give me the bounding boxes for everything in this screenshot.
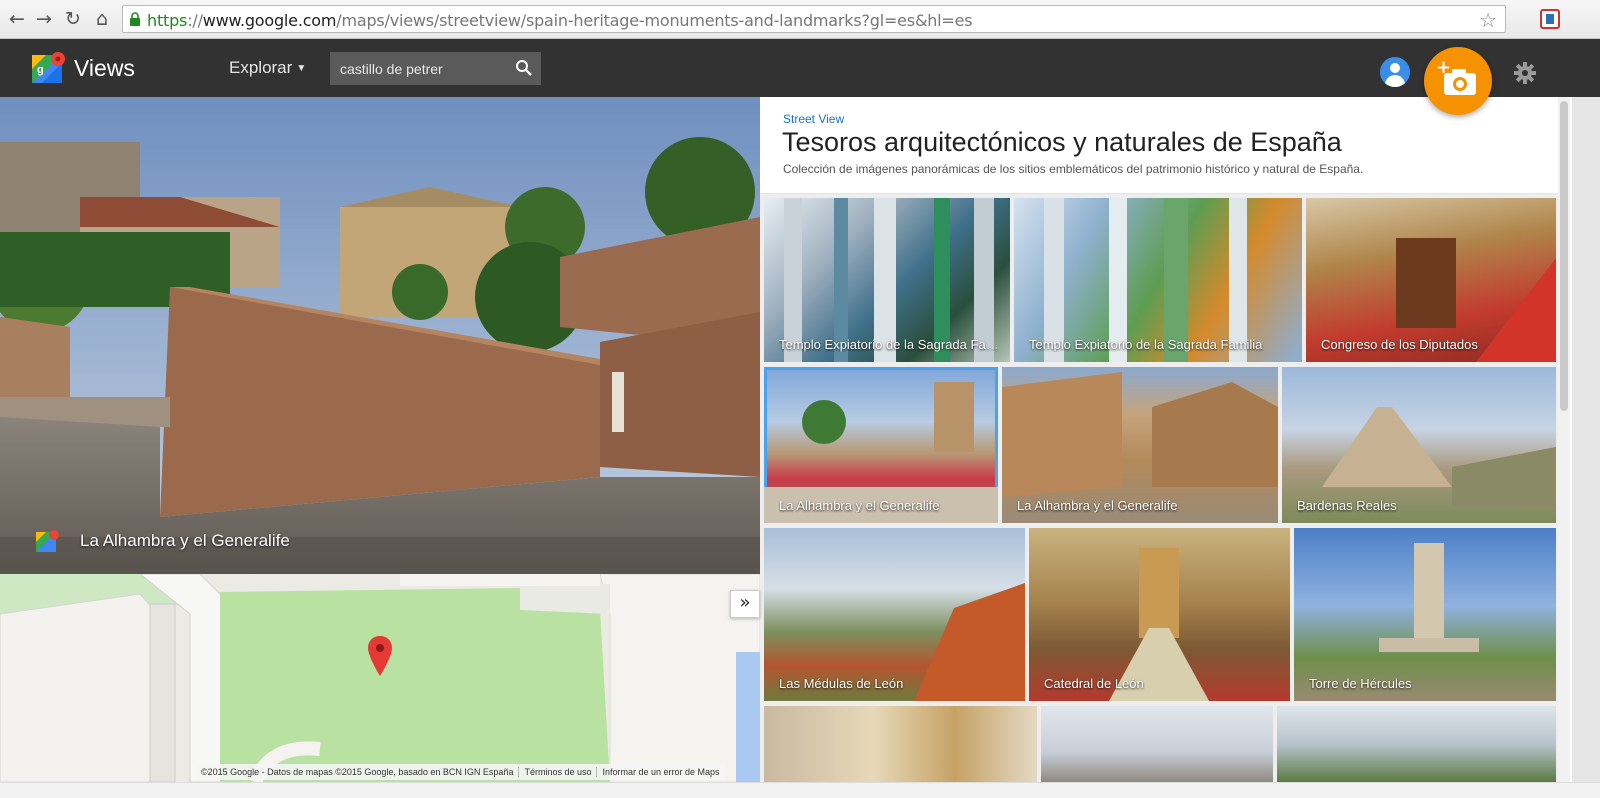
star-icon[interactable]: ☆ [1479, 8, 1497, 32]
tile-bardenas-reales[interactable]: Bardenas Reales [1282, 367, 1556, 523]
map-view[interactable] [0, 574, 760, 782]
tile-torre-hercules[interactable]: Torre de Hércules [1294, 528, 1556, 701]
app-header: g Views Explorar ▼ [0, 39, 1600, 97]
tile-caption: Congreso de los Diputados [1321, 337, 1478, 352]
tile-alhambra-1[interactable]: La Alhambra y el Generalife [764, 367, 998, 523]
tile-caption: Templo Expiatorio de la Sagrada Familia [779, 337, 1000, 352]
panorama-image [0, 97, 760, 574]
back-icon[interactable]: ← [6, 8, 28, 30]
explore-menu[interactable]: Explorar ▼ [229, 58, 306, 78]
window-bottom-edge [0, 782, 1600, 798]
map-terms-link[interactable]: Términos de uso [519, 767, 598, 777]
maps-logo-icon[interactable]: g [32, 51, 66, 85]
tile-sagrada-familia-2[interactable]: Templo Expiatorio de la Sagrada Familia [1014, 198, 1302, 362]
extension-icon[interactable] [1540, 9, 1560, 29]
map-canvas [0, 574, 760, 782]
home-icon[interactable]: ⌂ [91, 8, 113, 30]
user-head [1390, 63, 1400, 73]
tile-sagrada-familia-1[interactable]: Templo Expiatorio de la Sagrada Familia [764, 198, 1010, 362]
panorama-location-label: La Alhambra y el Generalife [80, 531, 290, 550]
add-photo-icon: + [1436, 57, 1476, 95]
tile-caption: La Alhambra y el Generalife [1017, 498, 1178, 513]
map-copyright: ©2015 Google - Datos de mapas ©2015 Goog… [196, 767, 520, 777]
map-report-link[interactable]: Informar de un error de Maps [597, 767, 724, 777]
search-input[interactable] [330, 52, 510, 85]
tile-caption: Las Médulas de León [779, 676, 904, 691]
collapse-icon[interactable]: » [730, 590, 760, 618]
add-photo-button[interactable]: + [1424, 47, 1492, 115]
scrollbar-thumb[interactable] [1560, 101, 1568, 411]
search-box[interactable] [330, 52, 541, 85]
address-bar[interactable]: https://www.google.com/maps/views/street… [122, 5, 1506, 33]
url-text: https://www.google.com/maps/views/street… [147, 11, 973, 30]
streetview-panorama[interactable]: La Alhambra y el Generalife [0, 97, 760, 574]
tile-caption: Catedral de León [1044, 676, 1144, 691]
explore-label: Explorar [229, 58, 293, 77]
map-pin-icon[interactable] [368, 636, 392, 676]
tile-caption: Torre de Hércules [1309, 676, 1412, 691]
panorama-location[interactable]: La Alhambra y el Generalife [36, 527, 290, 555]
svg-text:g: g [37, 64, 44, 76]
chevron-down-icon: ▼ [296, 63, 307, 75]
tile-congreso-diputados[interactable]: Congreso de los Diputados [1306, 198, 1556, 362]
tile-row4-3[interactable] [1277, 706, 1556, 782]
browser-toolbar: ← → ↻ ⌂ https://www.google.com/maps/view… [0, 0, 1600, 39]
panel-scrollbar[interactable] [1558, 97, 1570, 782]
tile-row4-2[interactable] [1041, 706, 1273, 782]
forward-icon[interactable]: → [33, 8, 55, 30]
app-title[interactable]: Views [74, 55, 135, 82]
maps-pin-logo-icon [36, 530, 59, 552]
lock-icon [130, 12, 140, 26]
tile-catedral-leon[interactable]: Catedral de León [1029, 528, 1290, 701]
collection-title: Tesoros arquitectónicos y naturales de E… [782, 127, 1342, 157]
collection-subtitle: Colección de imágenes panorámicas de los… [783, 162, 1364, 176]
map-footer: ©2015 Google - Datos de mapas ©2015 Goog… [196, 764, 725, 780]
user-body [1385, 75, 1405, 87]
collection-panel: Street View Tesoros arquitectónicos y na… [760, 97, 1600, 782]
collection-eyebrow[interactable]: Street View [783, 112, 844, 126]
reload-icon[interactable]: ↻ [62, 8, 84, 30]
tile-las-medulas[interactable]: Las Médulas de León [764, 528, 1025, 701]
gear-icon[interactable] [1514, 62, 1536, 84]
right-edge-strip [1572, 97, 1600, 782]
tile-caption: Templo Expiatorio de la Sagrada Familia [1029, 337, 1263, 352]
search-icon[interactable] [515, 59, 533, 77]
user-icon[interactable] [1380, 57, 1410, 87]
tile-alhambra-2[interactable]: La Alhambra y el Generalife [1002, 367, 1278, 523]
tile-caption: La Alhambra y el Generalife [779, 498, 940, 513]
tile-row4-1[interactable] [764, 706, 1037, 782]
tile-caption: Bardenas Reales [1297, 498, 1397, 513]
